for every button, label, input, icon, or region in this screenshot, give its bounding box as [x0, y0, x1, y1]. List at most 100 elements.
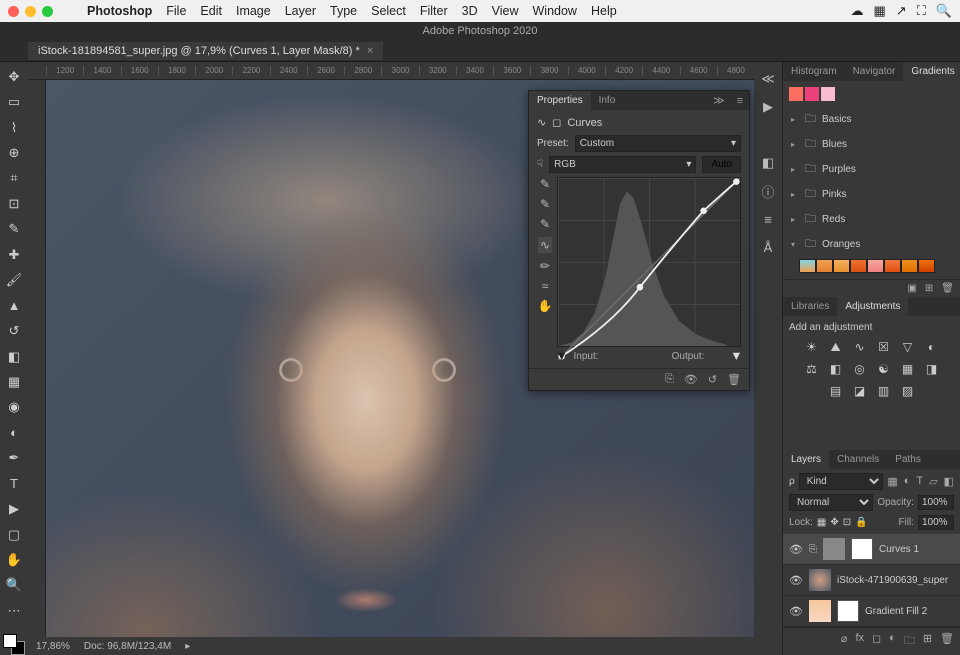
lock-artboard-icon[interactable]: ⊡ [843, 517, 851, 528]
folder-blues[interactable]: ▸🗀Blues [789, 132, 954, 157]
layer-name[interactable]: Gradient Fill 2 [865, 606, 954, 617]
tab-info[interactable]: Info [591, 91, 624, 110]
preset-select[interactable]: Custom▾ [575, 135, 741, 152]
tab-channels[interactable]: Channels [829, 450, 887, 469]
panel-menu-icon[interactable]: ≡ [731, 95, 749, 107]
layer-thumbnail[interactable] [809, 600, 831, 622]
fill-input[interactable] [918, 515, 954, 530]
filter-pixel-icon[interactable]: ▦ [887, 475, 897, 488]
play-icon[interactable]: ▶ [759, 98, 777, 116]
layer-name[interactable]: Curves 1 [879, 544, 954, 555]
visibility-icon[interactable]: 👁 [789, 543, 803, 556]
frame-icon[interactable]: ⛶ [917, 3, 926, 19]
tab-libraries[interactable]: Libraries [783, 297, 837, 316]
healing-tool[interactable]: ✚ [3, 244, 25, 265]
folder-reds[interactable]: ▸🗀Reds [789, 207, 954, 232]
hand-tool-icon[interactable]: ✋ [538, 299, 553, 313]
quick-select-tool[interactable]: ⊕ [3, 142, 25, 163]
black-eyedropper-icon[interactable]: ✎ [540, 177, 550, 191]
window-traffic-lights[interactable] [8, 6, 53, 17]
edit-toolbar[interactable]: ⋯ [3, 600, 25, 621]
new-layer-icon[interactable]: ⊞ [923, 632, 932, 651]
new-group-icon[interactable]: ▣ [907, 283, 916, 294]
adj-colorbal-icon[interactable]: ⚖ [803, 361, 821, 377]
lock-all-icon[interactable]: 🔒 [855, 517, 867, 528]
adj-brightness-icon[interactable]: ☀ [803, 339, 821, 355]
adj-invert-icon[interactable]: ◨ [923, 361, 941, 377]
panel-icon-4[interactable]: Å [759, 238, 777, 256]
share-icon[interactable]: ↗ [896, 3, 907, 19]
link-layers-icon[interactable]: ⌀ [841, 632, 848, 651]
filter-adj-icon[interactable]: ◐ [904, 475, 911, 488]
new-fill-adj-icon[interactable]: ◐ [889, 632, 896, 651]
tab-paths[interactable]: Paths [887, 450, 929, 469]
folder-oranges[interactable]: ▾🗀Oranges [789, 232, 954, 257]
move-tool[interactable]: ✥ [3, 66, 25, 87]
link-icon[interactable]: ⎘ [809, 544, 817, 555]
opacity-input[interactable] [918, 495, 954, 510]
layer-fx-icon[interactable]: fx [855, 632, 864, 651]
adj-levels-icon[interactable]: ⛰ [827, 339, 845, 355]
adj-exposure-icon[interactable]: ☒ [875, 339, 893, 355]
tab-gradients[interactable]: Gradients [903, 62, 960, 81]
reset-icon[interactable]: ↺ [708, 373, 717, 386]
adj-channel-mixer-icon[interactable]: ☯ [875, 361, 893, 377]
menu-type[interactable]: Type [330, 4, 357, 18]
layer-mask-thumbnail[interactable] [851, 538, 873, 560]
crop-tool[interactable]: ⌗ [3, 168, 25, 189]
filter-type-icon[interactable]: T [916, 475, 923, 488]
new-item-icon[interactable]: ⊞ [925, 283, 933, 294]
trash-icon[interactable]: 🗑 [727, 373, 741, 386]
gray-eyedropper-icon[interactable]: ✎ [540, 197, 550, 211]
menu-image[interactable]: Image [236, 4, 271, 18]
stamp-tool[interactable]: ▲ [3, 295, 25, 316]
layer-item-curves1[interactable]: 👁 ⎘ Curves 1 [783, 534, 960, 565]
shape-tool[interactable]: ▢ [3, 524, 25, 545]
white-eyedropper-icon[interactable]: ✎ [540, 217, 550, 231]
channel-select[interactable]: RGB▾ [549, 156, 696, 173]
add-mask-icon[interactable]: ◻ [872, 632, 881, 651]
tab-properties[interactable]: Properties [529, 91, 591, 110]
menu-layer[interactable]: Layer [285, 4, 316, 18]
visibility-icon[interactable]: 👁 [789, 605, 803, 618]
adj-curves-icon[interactable]: ∿ [851, 339, 869, 355]
adj-selective-icon[interactable]: ▨ [899, 383, 917, 399]
adj-vibrance-icon[interactable]: ▽ [899, 339, 917, 355]
panel-icon-1[interactable]: ◧ [759, 154, 777, 172]
app-menu[interactable]: Photoshop [87, 4, 152, 18]
menu-help[interactable]: Help [591, 4, 617, 18]
layer-item-istock[interactable]: 👁 iStock-471900639_super [783, 565, 960, 596]
menu-edit[interactable]: Edit [200, 4, 222, 18]
folder-purples[interactable]: ▸🗀Purples [789, 157, 954, 182]
gradient-tool[interactable]: ▦ [3, 371, 25, 392]
adj-gradient-map-icon[interactable]: ▥ [875, 383, 893, 399]
cloud-icon[interactable]: ☁ [851, 3, 864, 19]
smooth-icon[interactable]: ≈ [542, 279, 549, 293]
on-image-tool-icon[interactable]: ☟ [537, 159, 543, 170]
close-icon[interactable]: × [367, 45, 373, 57]
layer-thumbnail[interactable] [823, 538, 845, 560]
pen-tool[interactable]: ✒ [3, 448, 25, 469]
adj-bw-icon[interactable]: ◧ [827, 361, 845, 377]
chevron-right-icon[interactable]: ▸ [185, 641, 190, 652]
adj-posterize-icon[interactable]: ▤ [827, 383, 845, 399]
menu-view[interactable]: View [492, 4, 519, 18]
tab-navigator[interactable]: Navigator [845, 62, 904, 81]
dodge-tool[interactable]: ◐ [3, 422, 25, 443]
adj-color-lookup-icon[interactable]: ▦ [899, 361, 917, 377]
lock-pixels-icon[interactable]: ▦ [817, 517, 826, 528]
path-select-tool[interactable]: ▶ [3, 498, 25, 519]
trash-icon[interactable]: 🗑 [941, 283, 954, 294]
delete-layer-icon[interactable]: 🗑 [940, 632, 954, 651]
menu-3d[interactable]: 3D [462, 4, 478, 18]
zoom-level[interactable]: 17,86% [36, 641, 70, 652]
curves-graph[interactable] [557, 177, 741, 347]
adj-threshold-icon[interactable]: ◪ [851, 383, 869, 399]
adj-hue-icon[interactable]: ◐ [923, 339, 941, 355]
menu-filter[interactable]: Filter [420, 4, 448, 18]
curve-edit-icon[interactable]: ∿ [538, 237, 552, 253]
color-swatches[interactable] [3, 634, 25, 655]
tab-layers[interactable]: Layers [783, 450, 829, 469]
layer-thumbnail[interactable] [809, 569, 831, 591]
adj-photo-filter-icon[interactable]: ◎ [851, 361, 869, 377]
